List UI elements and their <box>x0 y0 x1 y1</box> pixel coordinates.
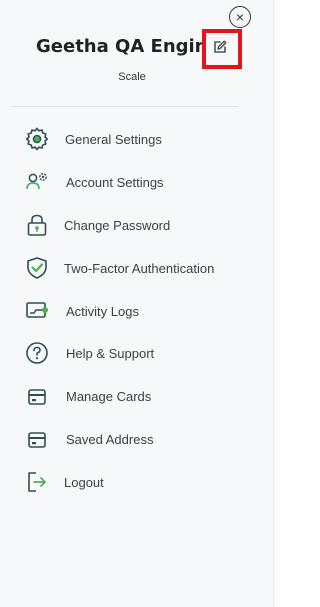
divider <box>12 106 238 107</box>
menu-item-activity-logs[interactable]: Activity Logs <box>24 297 139 325</box>
menu-item-label: General Settings <box>65 131 162 147</box>
menu-item-label: Two-Factor Authentication <box>64 260 215 276</box>
card-icon <box>28 389 46 405</box>
menu-item-label: Manage Cards <box>66 388 152 404</box>
menu-item-two-factor-authentication[interactable]: Two-Factor Authentication <box>24 254 214 282</box>
shield-check-icon <box>27 257 47 279</box>
profile-menu-panel: × Geetha QA Engineer Scale General Setti… <box>0 0 274 607</box>
close-button[interactable]: × <box>229 6 251 28</box>
menu-item-label: Saved Address <box>66 431 154 447</box>
menu-item-label: Activity Logs <box>66 303 139 319</box>
address-card-icon <box>28 432 46 448</box>
lock-icon <box>27 214 47 236</box>
menu-item-manage-cards[interactable]: Manage Cards <box>24 382 151 410</box>
menu-item-general-settings[interactable]: General Settings <box>24 125 162 153</box>
gear-icon <box>25 127 49 151</box>
question-icon <box>26 342 48 364</box>
menu-item-logout[interactable]: Logout <box>24 468 104 496</box>
menu-item-saved-address[interactable]: Saved Address <box>24 425 153 453</box>
user-gear-icon <box>26 173 47 190</box>
menu-item-help-support[interactable]: Help & Support <box>24 339 154 367</box>
menu-item-label: Logout <box>64 474 104 490</box>
profile-name: Geetha QA Engineer <box>36 36 208 57</box>
menu-item-account-settings[interactable]: Account Settings <box>24 168 164 196</box>
menu-item-label: Account Settings <box>66 174 164 190</box>
edit-button-highlight <box>202 29 242 69</box>
menu-item-change-password[interactable]: Change Password <box>24 211 170 239</box>
activity-log-icon <box>26 302 48 318</box>
logout-icon <box>28 472 46 492</box>
menu-item-label: Change Password <box>64 217 171 233</box>
profile-subtitle: Scale <box>118 71 146 83</box>
menu-item-label: Help & Support <box>66 345 155 361</box>
close-icon: × <box>235 9 245 25</box>
